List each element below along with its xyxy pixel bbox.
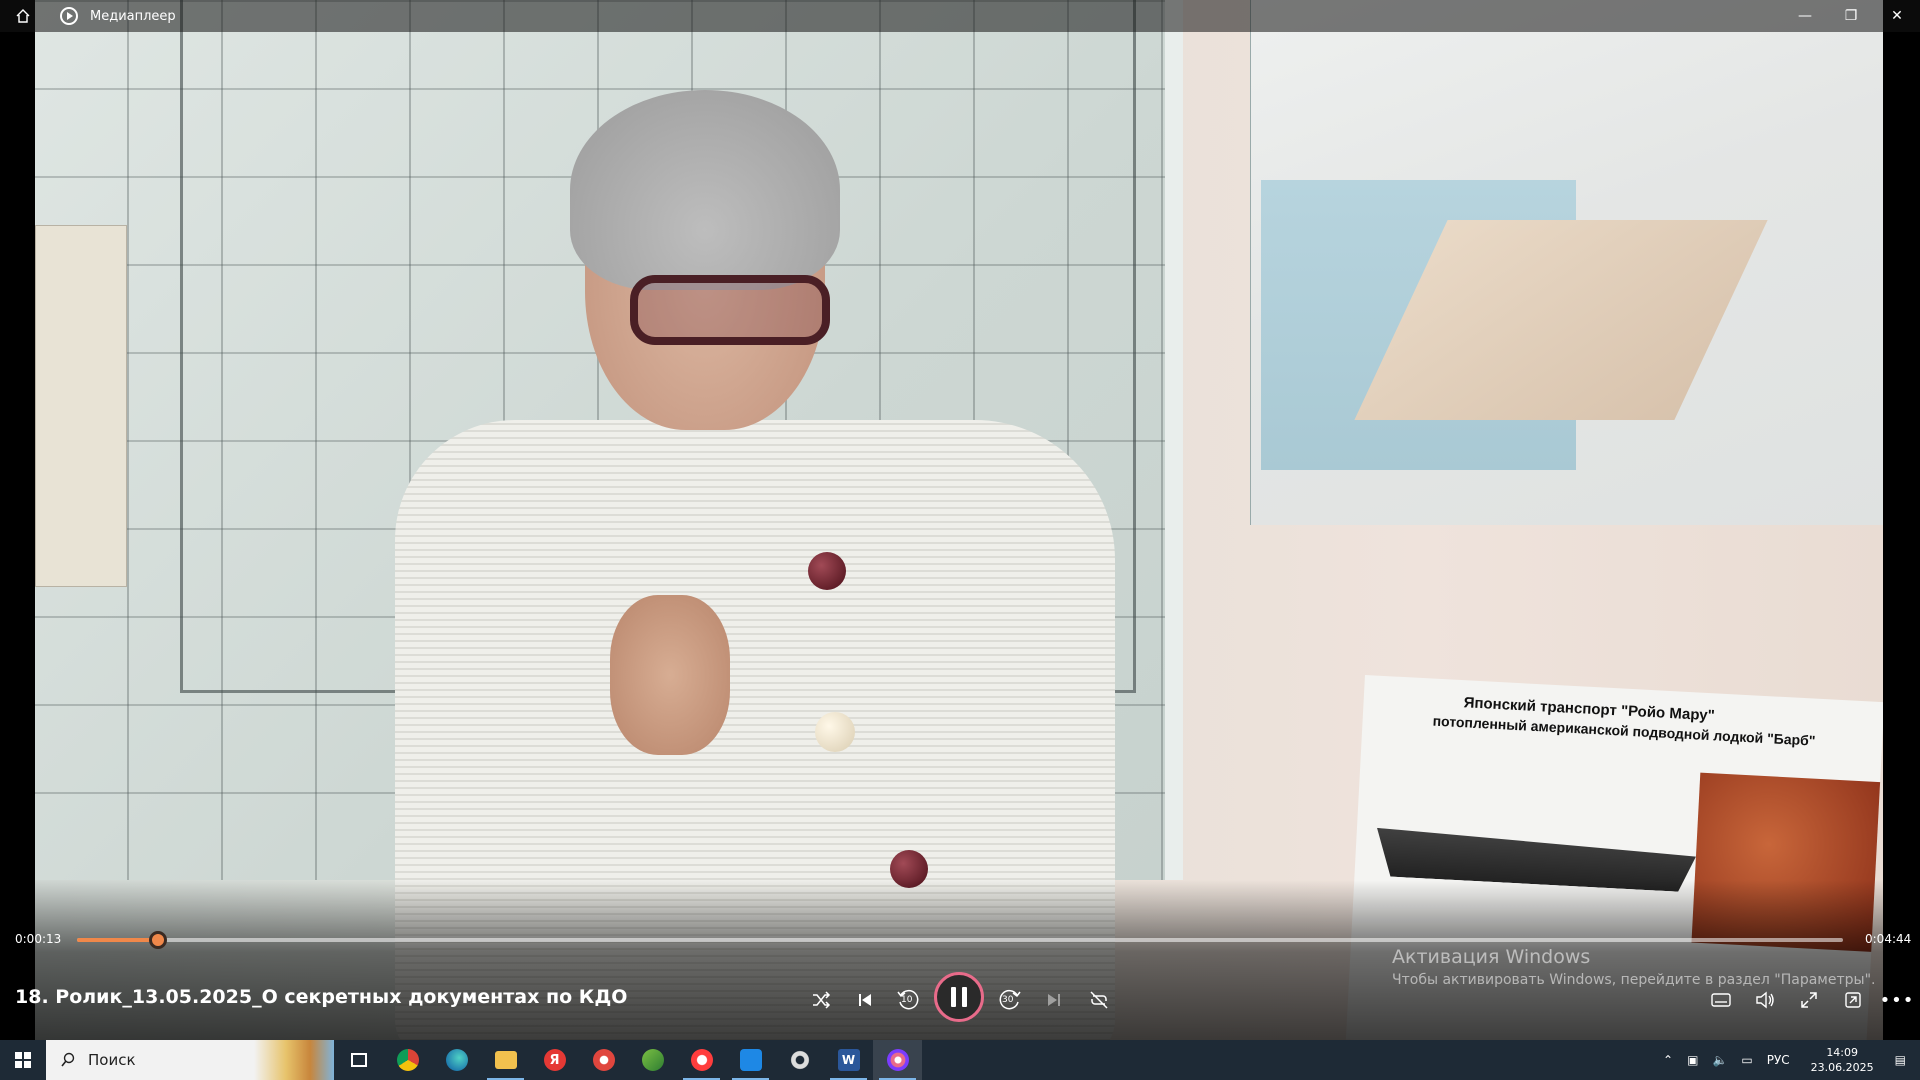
previous-button[interactable]: [845, 980, 885, 1020]
search-highlight-image: [254, 1040, 334, 1080]
app-green-icon: [641, 1049, 664, 1071]
notifications-icon[interactable]: ▤: [1895, 1053, 1906, 1067]
repeat-off-icon: [1090, 991, 1108, 1009]
volume-button[interactable]: [1745, 980, 1785, 1020]
restore-button[interactable]: ❐: [1828, 0, 1874, 32]
app-red-icon: [592, 1049, 615, 1071]
play-pause-button[interactable]: [934, 972, 984, 1022]
chevron-up-icon[interactable]: ⌃: [1663, 1053, 1673, 1067]
miniplayer-button[interactable]: [1833, 980, 1873, 1020]
clock-date: 23.06.2025: [1810, 1061, 1874, 1074]
forward-button[interactable]: 30: [990, 980, 1030, 1020]
chrome-icon: [396, 1049, 419, 1071]
yandex-browser-icon: [690, 1049, 713, 1071]
close-icon: ✕: [1891, 8, 1903, 24]
taskbar-search[interactable]: Поиск: [46, 1040, 334, 1080]
next-button[interactable]: [1034, 980, 1074, 1020]
speaker-icon[interactable]: 🔈: [1712, 1053, 1727, 1067]
subtitles-icon: [1711, 993, 1731, 1007]
taskbar-yandex[interactable]: Я: [530, 1040, 579, 1080]
home-button[interactable]: [0, 0, 46, 32]
taskbar-task-view[interactable]: [334, 1040, 383, 1080]
next-icon: [1048, 994, 1060, 1006]
pause-icon: [948, 987, 970, 1007]
forward-label: 30: [1002, 995, 1014, 1005]
previous-icon: [859, 994, 871, 1006]
total-time: 0:04:44: [1865, 932, 1912, 946]
taskbar-word[interactable]: W: [824, 1040, 873, 1080]
taskbar-app-green[interactable]: [628, 1040, 677, 1080]
media-player-app-icon: [60, 7, 78, 25]
network-icon[interactable]: ▭: [1741, 1053, 1752, 1067]
taskbar-app-blue[interactable]: [726, 1040, 775, 1080]
media-title: 18. Ролик_13.05.2025_О секретных докумен…: [15, 986, 628, 1008]
subtitles-button[interactable]: [1701, 980, 1741, 1020]
gear-icon: [788, 1049, 811, 1071]
media-player-icon: [886, 1049, 909, 1071]
folder-icon: [494, 1051, 517, 1069]
start-button[interactable]: [0, 1040, 46, 1080]
windows-logo-icon: [15, 1052, 31, 1068]
taskbar-app-gear[interactable]: [775, 1040, 824, 1080]
repeat-button[interactable]: [1079, 980, 1119, 1020]
miniplayer-icon: [1845, 992, 1861, 1008]
minimize-button[interactable]: —: [1782, 0, 1828, 32]
task-view-icon: [350, 1053, 367, 1067]
rewind-button[interactable]: 10: [888, 980, 928, 1020]
fullscreen-button[interactable]: [1789, 980, 1829, 1020]
taskbar-app-red[interactable]: [579, 1040, 628, 1080]
minimize-icon: —: [1798, 8, 1812, 24]
rewind-label: 10: [901, 995, 913, 1005]
watermark-title: Активация Windows: [1392, 946, 1591, 968]
current-time: 0:00:13: [15, 932, 62, 946]
window-title: Медиаплеер: [90, 8, 176, 24]
taskbar-edge[interactable]: [432, 1040, 481, 1080]
more-icon: •••: [1879, 989, 1915, 1011]
search-icon: [61, 1052, 75, 1067]
search-label: Поиск: [88, 1051, 136, 1069]
taskbar-media-player[interactable]: [873, 1040, 922, 1080]
app-blue-icon: [739, 1049, 762, 1071]
title-bar: Медиаплеер — ❐ ✕: [0, 0, 1920, 32]
seek-bar[interactable]: [77, 931, 1843, 949]
restore-icon: ❐: [1844, 8, 1858, 24]
edge-icon: [445, 1049, 468, 1071]
windows-taskbar: Поиск Я W ⌃ ▣ 🔈 ▭ РУС 14:09 23.06.2025 ▤: [0, 1040, 1920, 1080]
shuffle-button[interactable]: [801, 980, 841, 1020]
wall-map-right: [1250, 0, 1883, 525]
wall-paper: [35, 225, 127, 587]
volume-icon: [1756, 991, 1774, 1009]
system-tray: ⌃ ▣ 🔈 ▭ РУС 14:09 23.06.2025 ▤: [1656, 1040, 1920, 1080]
taskbar-file-explorer[interactable]: [481, 1040, 530, 1080]
close-button[interactable]: ✕: [1874, 0, 1920, 32]
shuffle-icon: [813, 991, 831, 1009]
meet-icon[interactable]: ▣: [1687, 1053, 1698, 1067]
seek-progress: [77, 938, 159, 942]
taskbar-yandex-browser[interactable]: [677, 1040, 726, 1080]
yandex-icon: Я: [543, 1049, 566, 1071]
fullscreen-icon: [1801, 992, 1817, 1008]
taskbar-chrome[interactable]: [383, 1040, 432, 1080]
home-icon: [16, 9, 30, 23]
clock-time: 14:09: [1826, 1046, 1859, 1059]
clock[interactable]: 14:09 23.06.2025: [1811, 1045, 1874, 1075]
word-icon: W: [837, 1049, 860, 1071]
more-options-button[interactable]: •••: [1877, 980, 1917, 1020]
language-indicator[interactable]: РУС: [1767, 1053, 1790, 1067]
